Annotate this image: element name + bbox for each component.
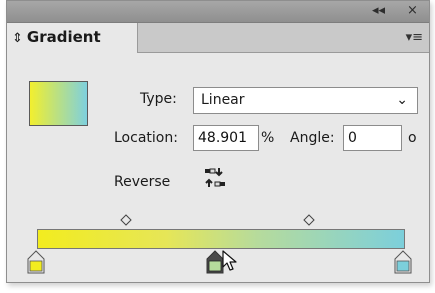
close-panel-icon[interactable]: × — [407, 3, 418, 18]
mouse-pointer-icon — [222, 250, 242, 276]
type-label: Type: — [140, 91, 177, 107]
reverse-label: Reverse — [114, 174, 171, 190]
collapse-panel-icon[interactable]: ◂◂ — [372, 3, 385, 18]
angle-label: Angle: — [290, 130, 335, 146]
tab-gradient-label: Gradient — [26, 28, 101, 46]
panel-menu-icon[interactable]: ▾≡ — [406, 30, 423, 45]
midpoint-left-icon[interactable] — [120, 214, 132, 230]
color-stop-end[interactable] — [394, 250, 412, 278]
location-label: Location: — [114, 130, 178, 146]
panel-title-bar[interactable]: ◂◂ × — [7, 1, 429, 23]
type-select[interactable]: Linear ⌄ — [193, 87, 418, 114]
up-down-arrows-icon[interactable]: ⇕ — [12, 31, 23, 46]
panel-tab-strip: ⇕ Gradient ▾≡ — [7, 23, 429, 53]
location-unit: % — [261, 130, 275, 146]
midpoint-right-icon[interactable] — [303, 214, 315, 230]
angle-unit: o — [408, 130, 417, 146]
reverse-gradient-icon[interactable] — [204, 167, 226, 193]
gradient-slider[interactable] — [37, 229, 405, 249]
tab-gradient[interactable]: ⇕ Gradient — [7, 23, 138, 53]
color-stop-middle[interactable] — [206, 250, 224, 278]
location-input[interactable] — [193, 125, 259, 151]
type-select-value: Linear — [201, 92, 245, 108]
angle-input[interactable] — [343, 125, 402, 151]
color-stop-start[interactable] — [27, 250, 45, 278]
chevron-down-icon: ⌄ — [396, 92, 408, 108]
gradient-panel: ◂◂ × ⇕ Gradient ▾≡ Type: Linear ⌄ Locatio… — [6, 0, 430, 283]
gradient-preview-swatch[interactable] — [29, 81, 88, 126]
